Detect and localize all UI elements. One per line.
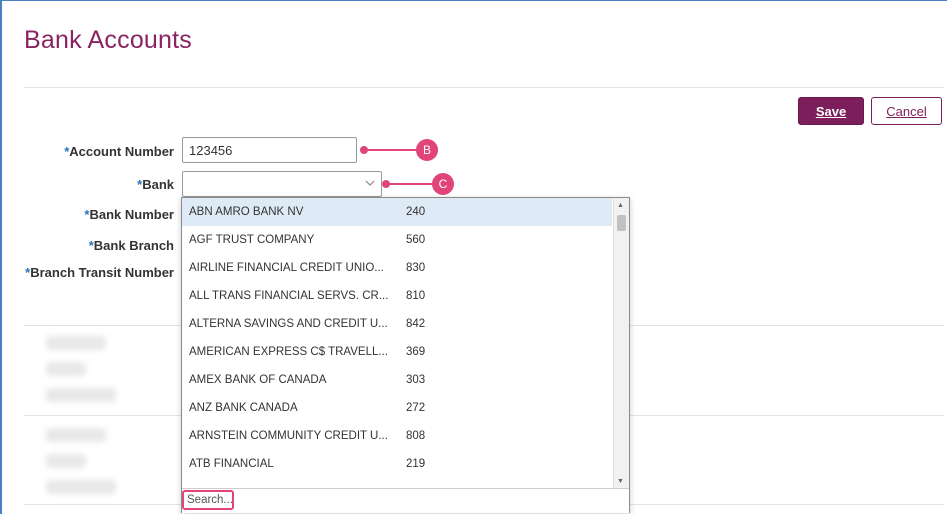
scroll-up-arrow-icon[interactable]: ▲ — [617, 202, 624, 209]
bank-label: *Bank — [10, 177, 174, 192]
account-number-label-text: Account Number — [69, 144, 174, 159]
bank-option-code: 369 — [406, 346, 426, 358]
dropdown-search-input[interactable]: Search... — [182, 490, 234, 510]
bank-option-name: ANZ BANK CANADA — [189, 402, 298, 414]
bank-option[interactable]: AGF TRUST COMPANY 560 — [182, 226, 612, 254]
bank-option-name: AMEX BANK OF CANADA — [189, 374, 327, 386]
dropdown-footer: Search... — [182, 488, 629, 513]
bank-number-label-text: Bank Number — [89, 207, 174, 222]
bank-option-name: ALL TRANS FINANCIAL SERVS. CR... — [189, 290, 389, 302]
save-button[interactable]: Save — [798, 97, 864, 125]
bank-option[interactable]: ABN AMRO BANK NV 240 — [182, 198, 612, 226]
bank-option-code: 303 — [406, 374, 426, 386]
bank-option-name: ATB FINANCIAL — [189, 458, 274, 470]
bank-option-name: ARNSTEIN COMMUNITY CREDIT U... — [189, 430, 388, 442]
blurred-content — [46, 428, 106, 442]
bank-option-name: AIRLINE FINANCIAL CREDIT UNIO... — [189, 262, 384, 274]
scroll-down-arrow-icon[interactable]: ▼ — [617, 478, 624, 485]
bank-option[interactable]: ATB FINANCIAL 219 — [182, 450, 612, 478]
blurred-content — [46, 480, 116, 494]
window-left-border — [0, 0, 2, 514]
bank-option[interactable]: AMEX BANK OF CANADA 303 — [182, 366, 612, 394]
annotation-c-badge: C — [432, 173, 454, 195]
blurred-content — [46, 336, 106, 350]
window-top-border — [0, 0, 947, 1]
bank-branch-label-text: Bank Branch — [93, 238, 174, 253]
blurred-content — [46, 454, 86, 468]
bank-number-label: *Bank Number — [10, 207, 174, 222]
page-title: Bank Accounts — [24, 26, 192, 54]
bank-branch-label: *Bank Branch — [10, 238, 174, 253]
bank-options: ABN AMRO BANK NV 240 AGF TRUST COMPANY 560… — [182, 198, 612, 488]
chevron-down-icon[interactable] — [365, 177, 375, 187]
title-divider — [24, 87, 944, 88]
branch-transit-number-label-text: Branch Transit Number — [30, 265, 174, 280]
bank-option[interactable]: ALL TRANS FINANCIAL SERVS. CR... 810 — [182, 282, 612, 310]
bank-label-text: Bank — [142, 177, 174, 192]
bank-option-code: 842 — [406, 318, 426, 330]
bank-option-code: 830 — [406, 262, 426, 274]
account-number-label: *Account Number — [10, 144, 174, 159]
bank-option[interactable]: ANZ BANK CANADA 272 — [182, 394, 612, 422]
annotation-b-line — [366, 149, 418, 151]
dropdown-scrollbar[interactable]: ▲ ▼ — [613, 198, 629, 488]
bank-select[interactable] — [182, 171, 382, 197]
blurred-content — [46, 388, 116, 402]
bank-option-code: 240 — [406, 206, 426, 218]
bank-option[interactable]: ALTERNA SAVINGS AND CREDIT U... 842 — [182, 310, 612, 338]
annotation-c-line — [388, 183, 434, 185]
scrollbar-thumb[interactable] — [617, 215, 626, 231]
bank-option-code: 810 — [406, 290, 426, 302]
bank-option-name: ABN AMRO BANK NV — [189, 206, 304, 218]
annotation-b-badge: B — [416, 139, 438, 161]
bank-option-name: AMERICAN EXPRESS C$ TRAVELL... — [189, 346, 388, 358]
bank-option-code: 272 — [406, 402, 426, 414]
cancel-button[interactable]: Cancel — [871, 97, 942, 125]
bank-option-code: 560 — [406, 234, 426, 246]
bank-dropdown-list[interactable]: ABN AMRO BANK NV 240 AGF TRUST COMPANY 560… — [181, 197, 630, 513]
bank-option-code: 219 — [406, 458, 426, 470]
bank-option[interactable]: AMERICAN EXPRESS C$ TRAVELL... 369 — [182, 338, 612, 366]
account-number-input[interactable]: 123456 — [182, 137, 357, 163]
bank-option[interactable]: AIRLINE FINANCIAL CREDIT UNIO... 830 — [182, 254, 612, 282]
branch-transit-number-label: *Branch Transit Number — [10, 265, 174, 280]
bank-option-name: AGF TRUST COMPANY — [189, 234, 315, 246]
bank-option-code: 808 — [406, 430, 426, 442]
bank-option[interactable]: ARNSTEIN COMMUNITY CREDIT U... 808 — [182, 422, 612, 450]
blurred-content — [46, 362, 86, 376]
bank-option-name: ALTERNA SAVINGS AND CREDIT U... — [189, 318, 388, 330]
